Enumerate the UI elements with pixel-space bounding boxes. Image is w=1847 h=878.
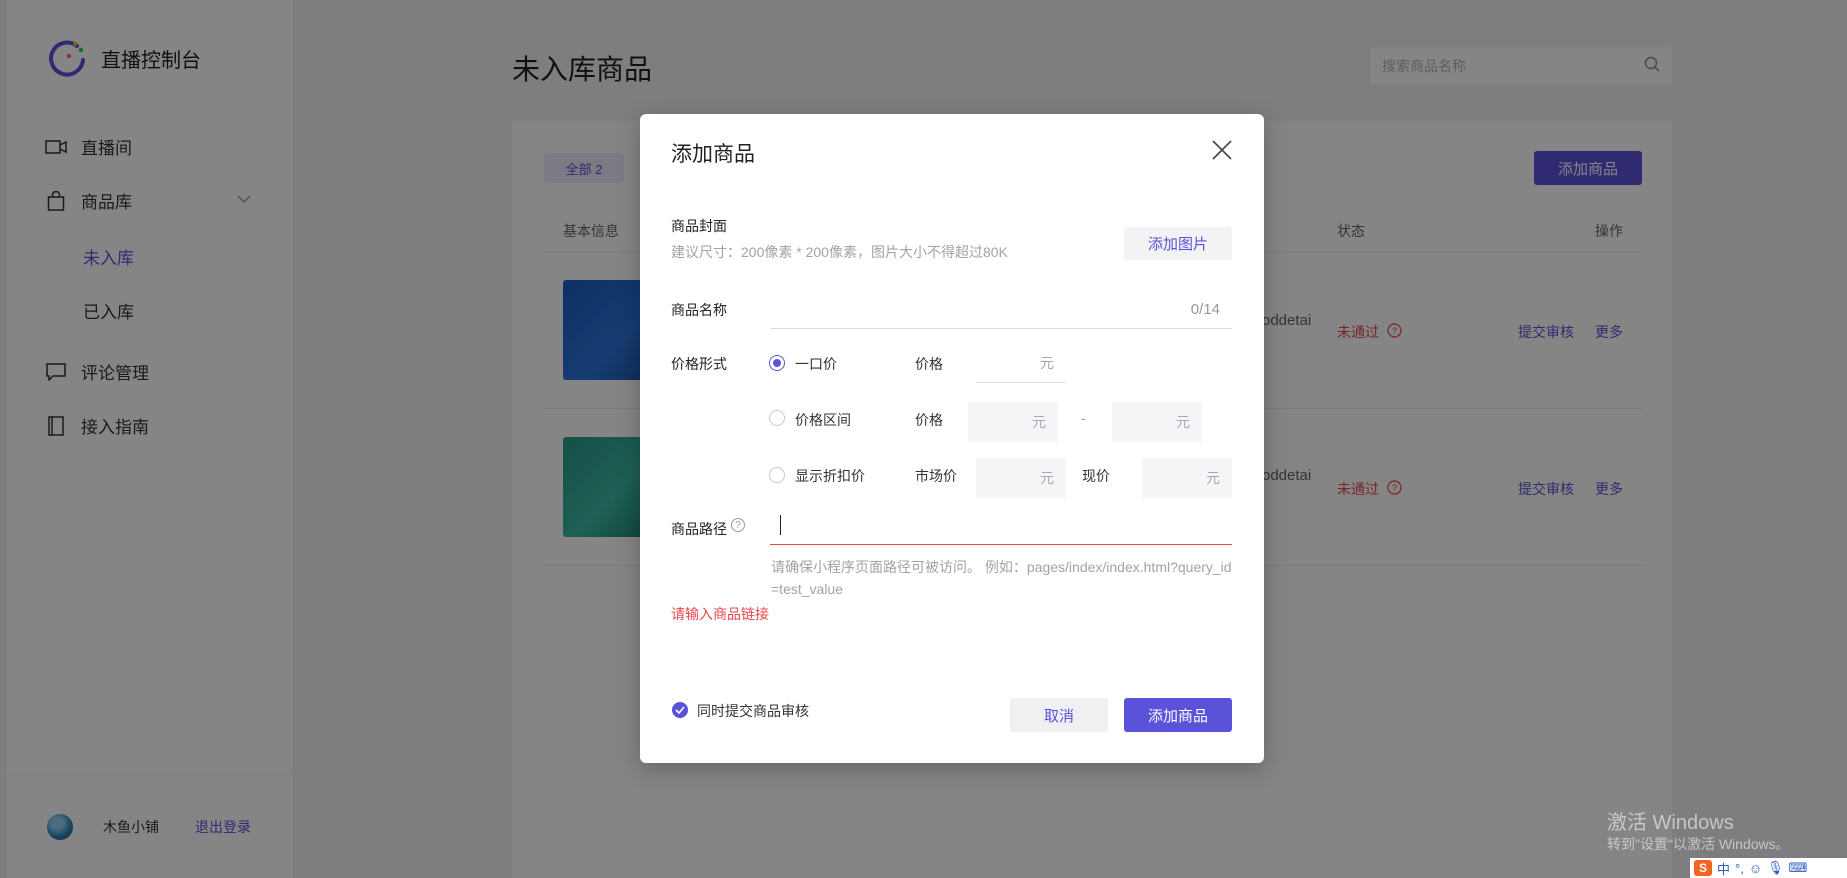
current-price-input[interactable]: 元	[1142, 458, 1232, 498]
product-path-input[interactable]	[770, 509, 1232, 545]
unit-text: 元	[1040, 470, 1054, 486]
text-caret	[780, 515, 781, 535]
current-price-label: 现价	[1082, 468, 1110, 484]
windows-activation-subtitle: 转到"设置"以激活 Windows。	[1607, 836, 1790, 852]
keyboard-icon[interactable]: ⌨	[1789, 860, 1808, 876]
price-range-max-input[interactable]: 元	[1112, 402, 1202, 442]
unit-text: 元	[1040, 354, 1054, 371]
radio-label: 一口价	[795, 356, 837, 372]
name-label: 商品名称	[671, 302, 727, 318]
price-input[interactable]: 元	[976, 343, 1066, 383]
price-label: 价格	[915, 412, 943, 428]
submit-review-label[interactable]: 同时提交商品审核	[697, 701, 809, 721]
unit-text: 元	[1032, 414, 1046, 430]
cancel-button[interactable]: 取消	[1010, 698, 1108, 732]
path-label: 商品路径	[671, 521, 727, 537]
system-tray: S 中 °, ☺ 🎙 ⌨	[1690, 858, 1847, 878]
path-hint: 请确保小程序页面路径可被访问。 例如：pages/index/index.htm…	[771, 559, 1232, 597]
cover-label: 商品封面	[671, 218, 727, 234]
close-icon[interactable]	[1210, 138, 1234, 162]
ime-mode[interactable]: 中	[1717, 859, 1730, 878]
confirm-add-product-button[interactable]: 添加商品	[1124, 698, 1232, 732]
price-range-min-input[interactable]: 元	[968, 402, 1058, 442]
market-price-input[interactable]: 元	[976, 458, 1066, 498]
product-name-input[interactable]	[770, 293, 1174, 327]
unit-text: 元	[1206, 470, 1220, 486]
path-error-message: 请输入商品链接	[671, 606, 769, 622]
radio-discount-price[interactable]	[769, 467, 785, 483]
add-product-dialog: 添加商品 商品封面 建议尺寸：200像素 * 200像素，图片大小不得超过80K…	[640, 114, 1264, 763]
cover-hint: 建议尺寸：200像素 * 200像素，图片大小不得超过80K	[671, 244, 1008, 260]
ime-logo-icon[interactable]: S	[1694, 860, 1712, 876]
submit-review-checkbox[interactable]	[672, 702, 688, 718]
radio-fixed-price[interactable]	[769, 355, 785, 371]
help-icon[interactable]: ?	[731, 518, 745, 532]
name-field-wrap: 0/14	[770, 293, 1232, 329]
add-image-button[interactable]: 添加图片	[1124, 227, 1232, 260]
unit-text: 元	[1176, 414, 1190, 430]
dialog-title: 添加商品	[671, 143, 755, 166]
emoji-icon[interactable]: ☺	[1749, 861, 1762, 876]
microphone-icon[interactable]: 🎙	[1767, 860, 1784, 876]
market-price-label: 市场价	[915, 468, 957, 484]
ime-punctuation[interactable]: °,	[1735, 861, 1744, 876]
name-counter: 0/14	[1190, 301, 1220, 318]
windows-activation-title: 激活 Windows	[1607, 812, 1734, 834]
radio-label: 显示折扣价	[795, 468, 865, 484]
range-dash: -	[1081, 410, 1086, 426]
price-label: 价格	[915, 356, 943, 372]
radio-label: 价格区间	[795, 412, 851, 428]
price-form-label: 价格形式	[671, 356, 727, 372]
radio-price-range[interactable]	[769, 410, 785, 426]
